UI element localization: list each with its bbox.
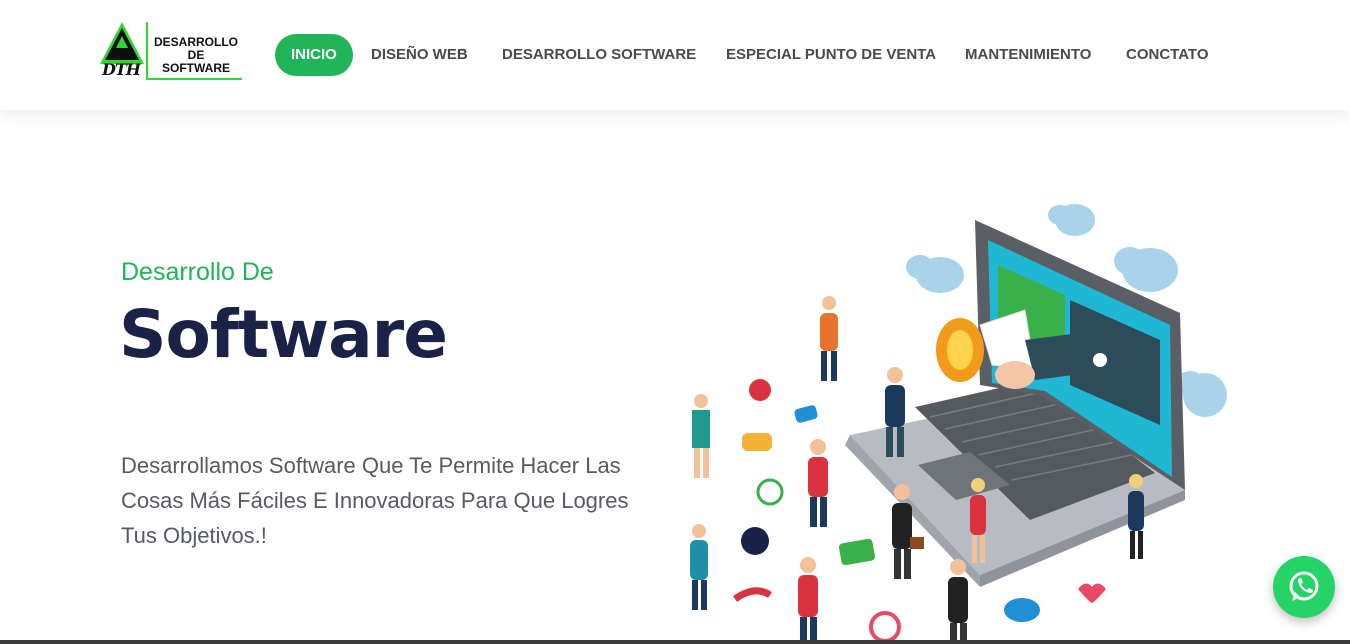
site-header: DTH DESARROLLO DE SOFTWARE INICIO DISEÑO… [0, 0, 1350, 110]
hero-description: Desarrollamos Software Que Te Permite Ha… [121, 453, 629, 548]
nav-item-inicio[interactable]: INICIO [275, 34, 353, 76]
logo-line-3: SOFTWARE [162, 61, 230, 75]
nav-item-contacto[interactable]: CONCTATO [1126, 34, 1209, 76]
hero-title: Software [119, 296, 448, 373]
nav-item-mantenimiento[interactable]: MANTENIMIENTO [965, 34, 1091, 76]
bottom-divider [0, 640, 1350, 644]
whatsapp-button[interactable] [1273, 556, 1335, 618]
nav-item-diseno-web[interactable]: DISEÑO WEB [371, 34, 468, 76]
hero-subtitle: Desarrollo De [121, 258, 274, 286]
logo-initials: DTH [102, 60, 141, 79]
logo-wordmark: DESARROLLO DE SOFTWARE [146, 22, 242, 80]
laptop-megaphone-people-illustration [690, 204, 1227, 644]
nav-item-desarrollo-software[interactable]: DESARROLLO SOFTWARE [502, 34, 696, 76]
site-logo[interactable]: DTH DESARROLLO DE SOFTWARE [98, 20, 244, 84]
whatsapp-icon [1289, 571, 1319, 601]
nav-item-punto-de-venta[interactable]: ESPECIAL PUNTO DE VENTA [726, 34, 936, 76]
